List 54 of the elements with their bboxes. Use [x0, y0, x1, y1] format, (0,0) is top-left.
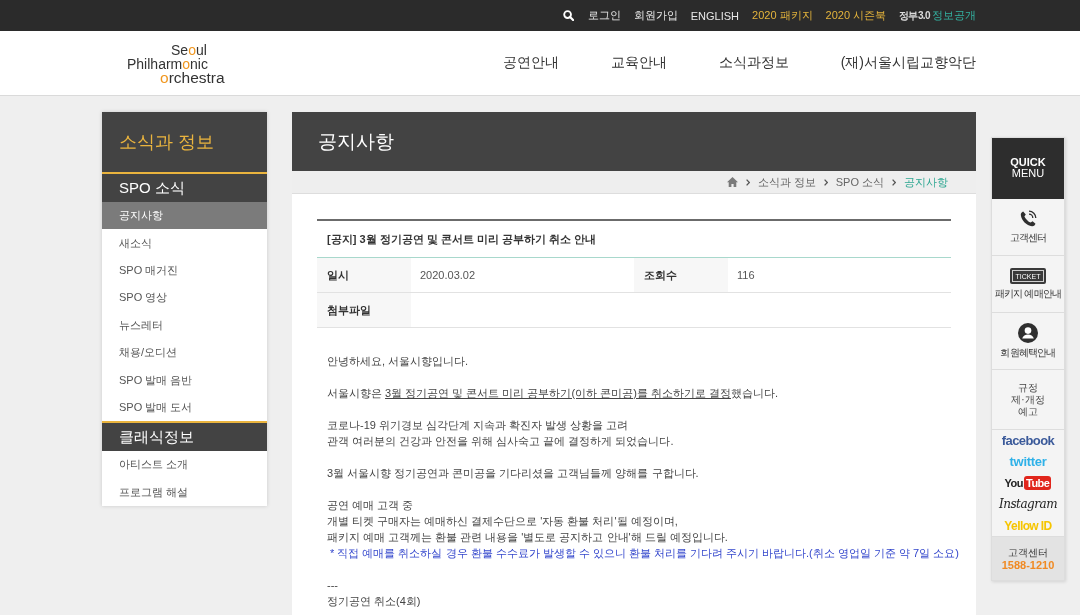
nav-link[interactable]: 소식과정보 [718, 54, 789, 72]
quick-menu-item[interactable]: 회원혜택안내 [992, 313, 1064, 370]
home-icon[interactable] [726, 177, 738, 187]
quick-menu-item[interactable]: 규정 제·개정 예고 [992, 370, 1064, 430]
body-paragraph: --- 정기공연 취소(4회) [327, 578, 421, 609]
social-link[interactable]: You Tube [1004, 472, 1052, 494]
top-link[interactable]: 2020 패키지 [752, 8, 813, 23]
sidebar-item[interactable]: 새소식 [102, 229, 267, 257]
sidebar-item[interactable]: SPO 매거진 [102, 256, 267, 285]
meta-value-cell-text: 116 [736, 268, 756, 283]
body-paragraph: 3월 서울시향 정기공연과 콘미공을 기다리셨을 고객님들께 양해를 구합니다. [327, 466, 699, 481]
body-paragraph: * 직접 예매를 취소하실 경우 환불 수수료가 발생할 수 있으니 환불 처리를 기다려 주시기 바랍니다.(취소 영업일 기준 약 7일 소요) [329, 546, 959, 561]
sidebar-section-heading[interactable]: 클래식정보 [102, 421, 267, 452]
breadcrumb-link[interactable]: SPO 소식 [835, 174, 884, 190]
sidebar-item[interactable]: 공지사항 [102, 202, 267, 230]
search-icon[interactable] [562, 10, 574, 21]
sidebar-item[interactable]: 프로그램 해설 [102, 478, 267, 506]
page-title: 공지사항 [292, 112, 976, 171]
nav-link[interactable]: 교육안내 [610, 54, 667, 72]
sidebar-item[interactable]: SPO 영상 [102, 284, 267, 312]
quick-menu-title: QUICK MENU [992, 138, 1064, 199]
chevron-icon [892, 178, 896, 186]
chevron-icon [745, 178, 750, 186]
sidebar-item[interactable]: 채용/오디션 [102, 338, 267, 367]
meta-label-cell: 일시 [317, 258, 411, 292]
top-link[interactable]: 2020 시즌북 [825, 8, 887, 23]
customer-center-contact[interactable]: 고객센터 1588-1210 [992, 537, 1064, 580]
top-link[interactable]: 회원가입 [633, 8, 678, 23]
sidebar-section-heading[interactable]: SPO 소식 [102, 172, 267, 202]
body-paragraph: 코로나-19 위기경보 심각단계 지속과 확진자 발생 상황을 고려 관객 여러분의 건강과 안전을 위해 심사숙고 끝에 결정하게 되었습니다. [327, 418, 674, 449]
meta-value-cell-text: 2020.03.02 [419, 268, 477, 283]
body-paragraph: 안녕하세요, 서울시향입니다. [327, 354, 469, 369]
meta-label-cell: 첨부파일 [317, 293, 411, 327]
quick-menu-item[interactable]: 고객센터 [992, 199, 1064, 256]
top-link[interactable]: ENGLISH [690, 9, 740, 22]
social-link[interactable]: facebook [1001, 430, 1055, 451]
sidebar-item[interactable]: SPO 발매 도서 [102, 393, 267, 422]
orchestra-logo[interactable]: Seoul Philharmonic orchestra [127, 43, 225, 85]
nav-link[interactable]: 공연안내 [502, 54, 559, 72]
top-link[interactable]: 로그인 [587, 8, 621, 23]
person-icon [1018, 323, 1038, 343]
body-paragraph: 서울시향은 3월 정기공연 및 콘서트 미리 공부하기(이하 콘미공)를 취소하기로 결정했습니다. [327, 386, 779, 401]
breadcrumb-link[interactable]: 소식과 정보 [757, 174, 816, 190]
sidebar-item[interactable]: SPO 발매 음반 [102, 366, 267, 394]
social-link[interactable]: Instagram [998, 494, 1058, 515]
body-paragraph: 공연 예매 고객 중 개별 티켓 구매자는 예매하신 결제수단으로 '자동 환불 처리'될 예정이며, 패키지 예매 고객께는 환불 관련 내용을 '별도로 공지하고 안내'해 드릴 예정입니다. [327, 498, 728, 545]
info-disclosure-link[interactable]: 정부3.0 정보공개 [899, 8, 976, 23]
sidebar-item[interactable]: 뉴스레터 [102, 311, 267, 339]
sidebar-item[interactable]: 아티스트 소개 [102, 451, 267, 479]
phone-icon [1019, 210, 1037, 228]
nav-link[interactable]: (재)서울시립교향악단 [840, 54, 976, 72]
meta-label-cell: 조회수 [634, 258, 728, 292]
chevron-icon [823, 178, 828, 186]
sidebar-title: 소식과 정보 [102, 112, 267, 172]
